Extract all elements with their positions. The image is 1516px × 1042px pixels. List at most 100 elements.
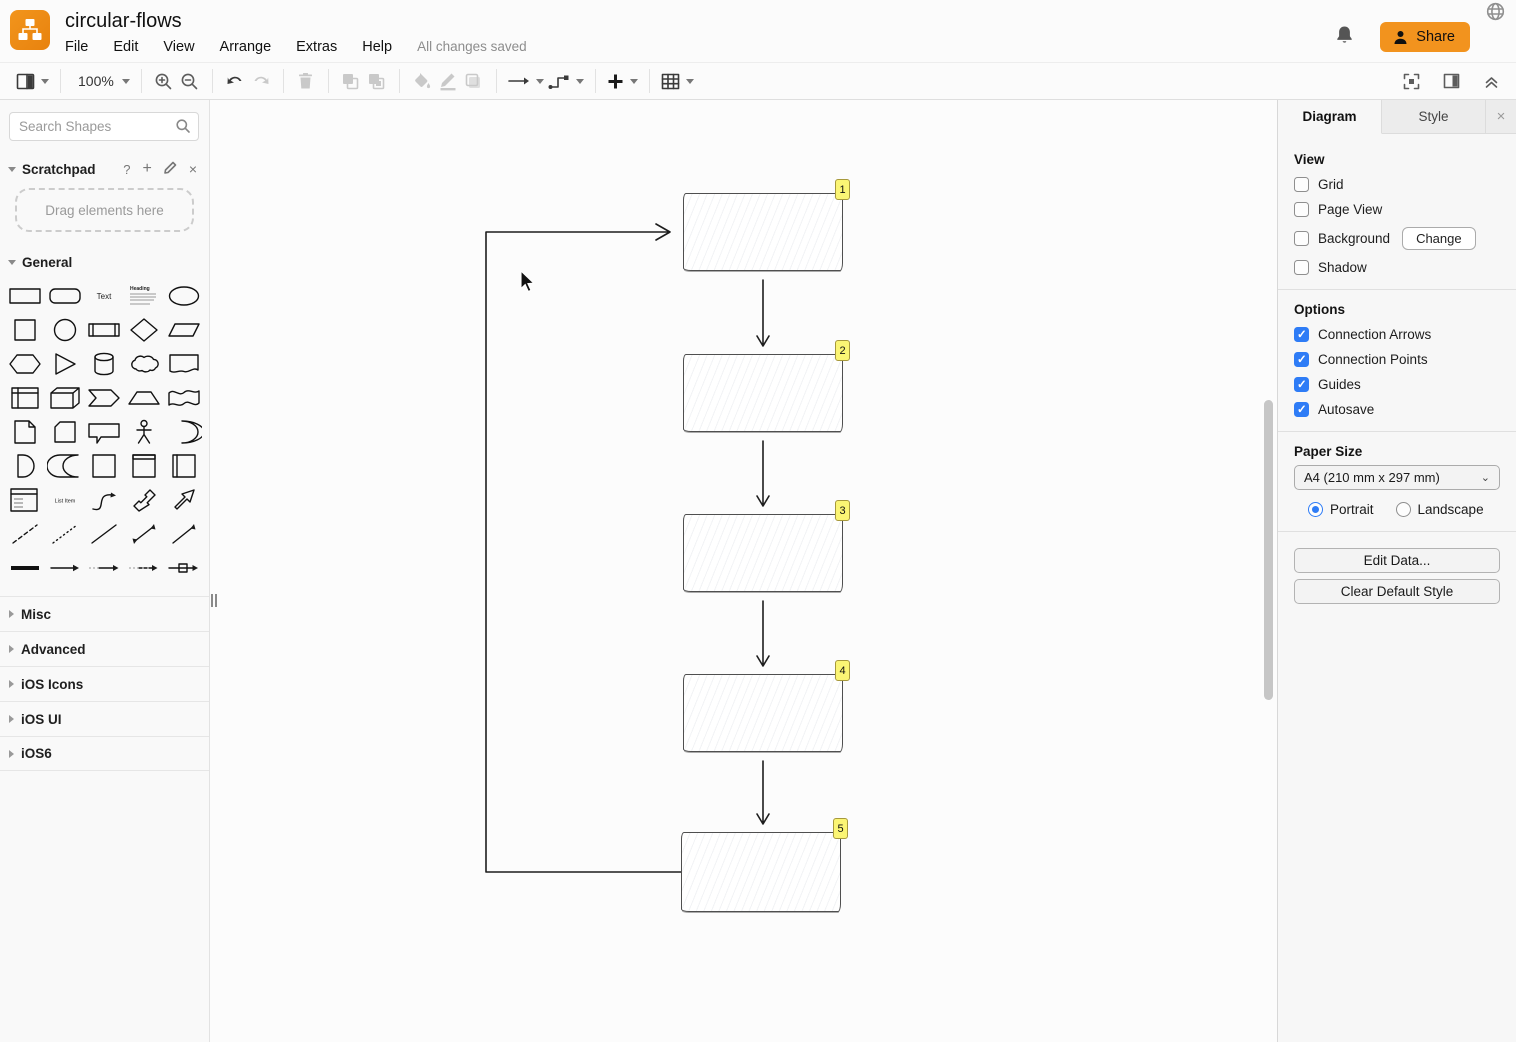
tab-diagram[interactable]: Diagram [1278,100,1382,134]
clear-default-style-button[interactable]: Clear Default Style [1294,579,1500,604]
line-color-button[interactable] [435,67,461,95]
section-misc[interactable]: Misc [0,596,209,631]
zoom-level-dropdown[interactable]: 100% [70,67,132,95]
menu-file[interactable]: File [65,39,88,55]
shape-arrow[interactable] [164,484,204,516]
shadow-button[interactable] [461,67,487,95]
shape-text[interactable]: Text [85,280,125,312]
zoom-out-button[interactable] [177,67,203,95]
shadow-checkbox[interactable] [1294,260,1309,275]
flow-node-2[interactable]: 2 [683,354,843,432]
shape-list[interactable] [5,484,45,516]
close-panel-icon[interactable]: × [1486,100,1516,133]
shape-line[interactable] [85,518,125,550]
shape-dotted-line[interactable] [45,518,85,550]
background-checkbox[interactable] [1294,231,1309,246]
menu-help[interactable]: Help [362,39,392,55]
shape-diamond[interactable] [124,314,164,346]
collapse-toolbar-button[interactable] [1478,67,1504,95]
shape-link[interactable] [5,552,45,584]
page-view-checkbox[interactable] [1294,202,1309,217]
share-button[interactable]: Share [1380,22,1470,52]
section-ios6[interactable]: iOS6 [0,736,209,771]
shape-callout[interactable] [85,416,125,448]
shape-or[interactable] [164,416,204,448]
menu-view[interactable]: View [163,39,194,55]
shape-rounded-rectangle[interactable] [45,280,85,312]
scratchpad-help-icon[interactable]: ? [123,162,130,177]
guides-checkbox[interactable] [1294,377,1309,392]
shape-bidirectional-connector[interactable] [124,518,164,550]
section-general[interactable]: General [0,246,209,278]
table-button[interactable] [659,67,696,95]
fullscreen-button[interactable] [1398,67,1424,95]
shape-edge-with-box[interactable] [164,552,204,584]
edit-data-button[interactable]: Edit Data... [1294,548,1500,573]
shape-arrow-label-2[interactable] [124,552,164,584]
flow-node-5[interactable]: 5 [681,832,841,912]
notifications-bell-icon[interactable] [1335,25,1354,50]
scratchpad-close-icon[interactable]: × [189,161,197,177]
zoom-in-button[interactable] [151,67,177,95]
delete-button[interactable] [293,67,319,95]
shape-directional-edge[interactable] [45,552,85,584]
document-title[interactable]: circular-flows [65,10,527,32]
shape-horizontal-container[interactable] [164,450,204,482]
scratchpad-dropzone[interactable]: Drag elements here [15,188,194,232]
shape-trapezoid[interactable] [124,382,164,414]
connection-style-button[interactable] [506,67,546,95]
insert-button[interactable] [605,67,640,95]
connection-points-checkbox[interactable] [1294,352,1309,367]
flow-node-3[interactable]: 3 [683,514,843,592]
format-panel-toggle[interactable] [1438,67,1464,95]
shape-dashed-line[interactable] [5,518,45,550]
shape-tape[interactable] [164,382,204,414]
paper-size-select[interactable]: A4 (210 mm x 297 mm) ⌄ [1294,465,1500,490]
portrait-radio[interactable]: Portrait [1308,502,1374,517]
shape-card[interactable] [45,416,85,448]
shape-circle[interactable] [45,314,85,346]
view-panels-button[interactable] [14,67,51,95]
connection-arrows-checkbox[interactable] [1294,327,1309,342]
shape-bidirectional-arrow[interactable] [124,484,164,516]
shape-actor[interactable] [124,416,164,448]
shape-vertical-container[interactable] [124,450,164,482]
language-globe-icon[interactable] [1486,2,1505,26]
undo-button[interactable] [222,67,248,95]
shape-cube[interactable] [45,382,85,414]
shape-curve[interactable] [85,484,125,516]
landscape-radio[interactable]: Landscape [1396,502,1484,517]
shape-data-storage[interactable] [45,450,85,482]
shape-hexagon[interactable] [5,348,45,380]
redo-button[interactable] [248,67,274,95]
to-front-button[interactable] [338,67,364,95]
menu-extras[interactable]: Extras [296,39,337,55]
shape-arrow-label[interactable] [85,552,125,584]
shape-process[interactable] [85,314,125,346]
canvas-vertical-scrollbar[interactable] [1264,400,1273,700]
scratchpad-edit-icon[interactable] [164,161,177,177]
tab-style[interactable]: Style [1382,100,1486,133]
shape-cylinder[interactable] [85,348,125,380]
shape-document[interactable] [164,348,204,380]
menu-edit[interactable]: Edit [113,39,138,55]
sidebar-resize-handle[interactable] [211,594,219,607]
shape-rectangle[interactable] [5,280,45,312]
shape-note[interactable] [5,416,45,448]
change-background-button[interactable]: Change [1402,227,1476,250]
autosave-checkbox[interactable] [1294,402,1309,417]
shape-list-item[interactable]: List Item [45,484,85,516]
scratchpad-add-icon[interactable]: + [142,160,151,178]
shape-directional-connector[interactable] [164,518,204,550]
shape-container[interactable] [85,450,125,482]
section-ios-icons[interactable]: iOS Icons [0,666,209,701]
drawio-logo[interactable] [10,10,50,50]
fill-color-button[interactable] [409,67,435,95]
diagram-canvas[interactable]: 1 2 3 4 5 [210,100,1277,1042]
shape-ellipse[interactable] [164,280,204,312]
shape-square[interactable] [5,314,45,346]
shape-parallelogram[interactable] [164,314,204,346]
shape-triangle[interactable] [45,348,85,380]
flow-node-1[interactable]: 1 [683,193,843,271]
to-back-button[interactable] [364,67,390,95]
